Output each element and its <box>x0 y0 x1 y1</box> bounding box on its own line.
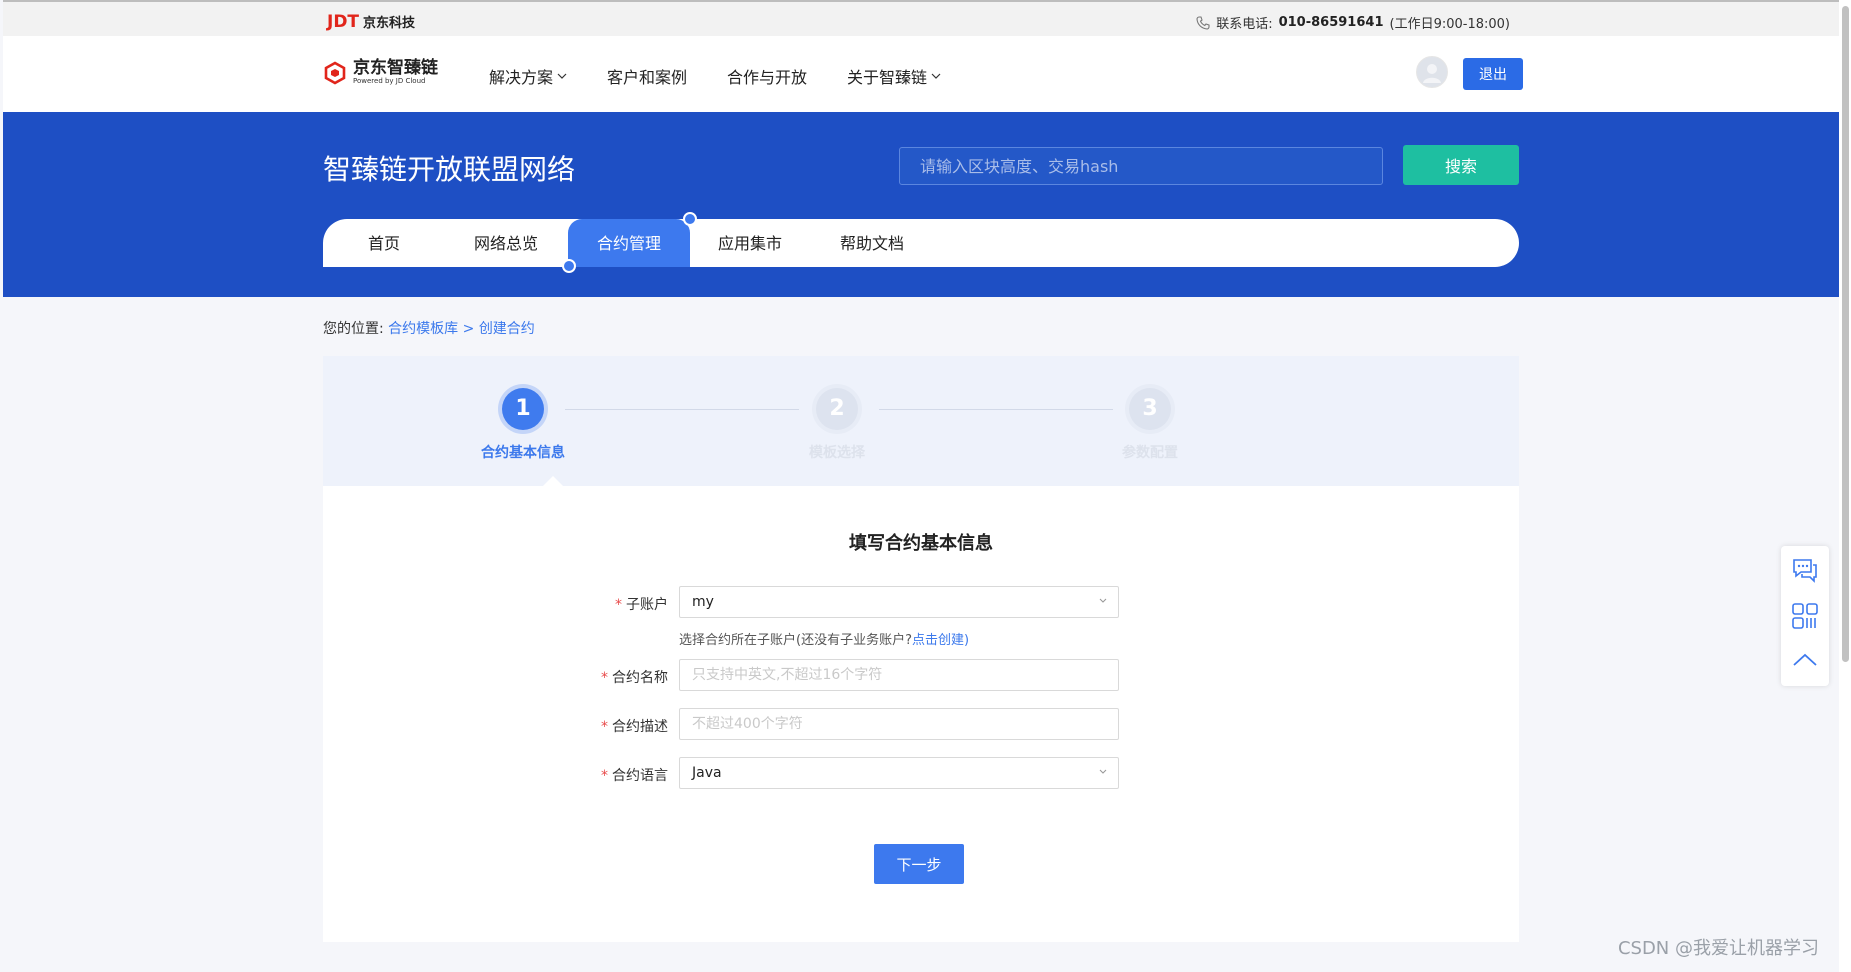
tab-app-market[interactable]: 应用集市 <box>689 219 811 267</box>
tab-home[interactable]: 首页 <box>323 219 445 267</box>
phone-icon <box>1196 15 1210 30</box>
watermark: CSDN @我爱让机器学习 <box>1617 938 1819 959</box>
nav-item-about[interactable]: 关于智臻链 <box>847 64 941 88</box>
nav-menu: 解决方案 客户和案例 合作与开放 关于智臻链 <box>489 64 941 88</box>
nav-item-cases[interactable]: 客户和案例 <box>607 64 687 88</box>
contract-desc-label-text: 合约描述 <box>612 719 668 735</box>
step-label-2: 模板选择 <box>809 445 865 461</box>
contract-name-input[interactable] <box>679 659 1119 691</box>
sub-account-label: * 子账户 <box>568 594 668 614</box>
user-icon <box>1423 64 1441 83</box>
contract-lang-select[interactable]: Java <box>679 757 1119 789</box>
nav-item-solutions[interactable]: 解决方案 <box>489 64 567 88</box>
jdt-logo[interactable]: JDT 京东科技 <box>327 12 415 32</box>
step-circle-1: 1 <box>502 388 544 430</box>
contact-hours: (工作日9:00-18:00) <box>1389 17 1511 32</box>
jdt-logo-sub: 京东科技 <box>363 16 416 31</box>
required-mark: * <box>615 597 622 613</box>
chevron-down-icon <box>931 73 941 79</box>
search-input[interactable] <box>899 147 1383 185</box>
sub-account-label-text: 子账户 <box>626 597 668 613</box>
step-label-3: 参数配置 <box>1122 445 1178 461</box>
brand-logo[interactable]: 京东智臻链 Powered by JD Cloud <box>323 60 438 86</box>
contract-name-label: * 合约名称 <box>568 667 668 687</box>
brand-mark-icon <box>324 61 346 85</box>
tab-help-docs[interactable]: 帮助文档 <box>811 219 933 267</box>
user-avatar[interactable] <box>1416 56 1448 88</box>
contract-lang-value: Java <box>692 765 722 781</box>
step-label-1: 合约基本信息 <box>481 445 565 461</box>
brand-name: 京东智臻链 <box>353 58 438 78</box>
banner-title: 智臻链开放联盟网络 <box>323 153 576 186</box>
top-strip: JDT 京东科技 联系电话: 010-86591641 (工作日9:00-18:0… <box>3 0 1839 36</box>
floating-toolbar <box>1781 546 1829 686</box>
chevron-down-icon <box>1099 598 1107 603</box>
contract-lang-label-text: 合约语言 <box>612 768 668 784</box>
chevron-down-icon <box>1099 769 1107 774</box>
sub-account-hint-end: ) <box>964 633 970 648</box>
chevron-down-icon <box>557 73 567 79</box>
step-pointer <box>543 476 563 486</box>
nav-item-label: 客户和案例 <box>607 68 688 87</box>
tab-bar: 首页 网络总览 合约管理 应用集市 帮助文档 <box>323 212 1519 273</box>
qrcode-button[interactable] <box>1791 602 1819 630</box>
contact-label: 联系电话: <box>1216 17 1273 32</box>
tab-indicator-dot <box>562 259 576 273</box>
required-mark: * <box>601 719 608 735</box>
jdt-logo-text: JDT <box>327 12 360 32</box>
form-card: 填写合约基本信息 * 子账户 my 选择合约所在子账户(还没有子业务账户?点击创建… <box>323 486 1519 942</box>
contact-info: 联系电话: 010-86591641 (工作日9:00-18:00) <box>1196 13 1510 32</box>
create-sub-account-link[interactable]: 点击创建 <box>912 633 964 648</box>
chevron-up-icon <box>1793 653 1817 666</box>
step-circle-2: 2 <box>816 388 858 430</box>
steps-bar: 1 2 3 合约基本信息 模板选择 参数配置 <box>323 356 1519 486</box>
sub-account-hint: 选择合约所在子账户(还没有子业务账户?点击创建) <box>679 629 969 648</box>
nav-item-cooperation[interactable]: 合作与开放 <box>727 64 807 88</box>
tab-network-overview[interactable]: 网络总览 <box>445 219 567 267</box>
tab-contract-management[interactable]: 合约管理 <box>568 219 690 267</box>
contract-desc-label: * 合约描述 <box>568 716 668 736</box>
chat-button[interactable] <box>1791 556 1819 584</box>
page: JDT 京东科技 联系电话: 010-86591641 (工作日9:00-18:0… <box>3 0 1839 972</box>
brand-sub: Powered by JD Cloud <box>353 77 426 85</box>
chat-icon <box>1793 559 1817 583</box>
breadcrumb-item-create-contract[interactable]: 创建合约 <box>479 321 535 337</box>
back-to-top-button[interactable] <box>1791 646 1819 674</box>
nav-item-label: 关于智臻链 <box>847 68 928 87</box>
required-mark: * <box>601 670 608 686</box>
nav-item-label: 解决方案 <box>489 68 554 87</box>
step-connector <box>565 409 799 410</box>
nav-item-label: 合作与开放 <box>727 68 808 87</box>
search-button[interactable]: 搜索 <box>1403 145 1519 185</box>
step-circle-3: 3 <box>1129 388 1171 430</box>
contract-name-label-text: 合约名称 <box>612 670 668 686</box>
breadcrumb: 您的位置: 合约模板库 > 创建合约 <box>323 318 535 338</box>
main-nav: 京东智臻链 Powered by JD Cloud 解决方案 客户和案例 合作与… <box>3 36 1839 112</box>
breadcrumb-item-template-library[interactable]: 合约模板库 <box>388 321 458 337</box>
breadcrumb-separator: > <box>462 321 475 337</box>
window-scrollbar[interactable] <box>1839 0 1851 972</box>
step-connector <box>879 409 1113 410</box>
form-title: 填写合约基本信息 <box>849 533 993 554</box>
contract-lang-label: * 合约语言 <box>568 765 668 785</box>
tab-indicator-dot <box>683 212 697 226</box>
sub-account-hint-text: 选择合约所在子账户(还没有子业务账户? <box>679 633 912 648</box>
breadcrumb-prefix: 您的位置: <box>323 321 384 337</box>
sub-account-select[interactable]: my <box>679 586 1119 618</box>
sub-account-value: my <box>692 594 714 610</box>
required-mark: * <box>601 768 608 784</box>
scrollbar-thumb[interactable] <box>1842 6 1849 662</box>
qrcode-icon <box>1792 603 1818 629</box>
logout-button[interactable]: 退出 <box>1463 58 1523 90</box>
banner: 智臻链开放联盟网络 搜索 首页 网络总览 合约管理 应用集市 帮助文档 <box>3 112 1839 297</box>
contract-desc-input[interactable] <box>679 708 1119 740</box>
contact-phone: 010-86591641 <box>1278 15 1384 30</box>
next-step-button[interactable]: 下一步 <box>874 844 964 884</box>
